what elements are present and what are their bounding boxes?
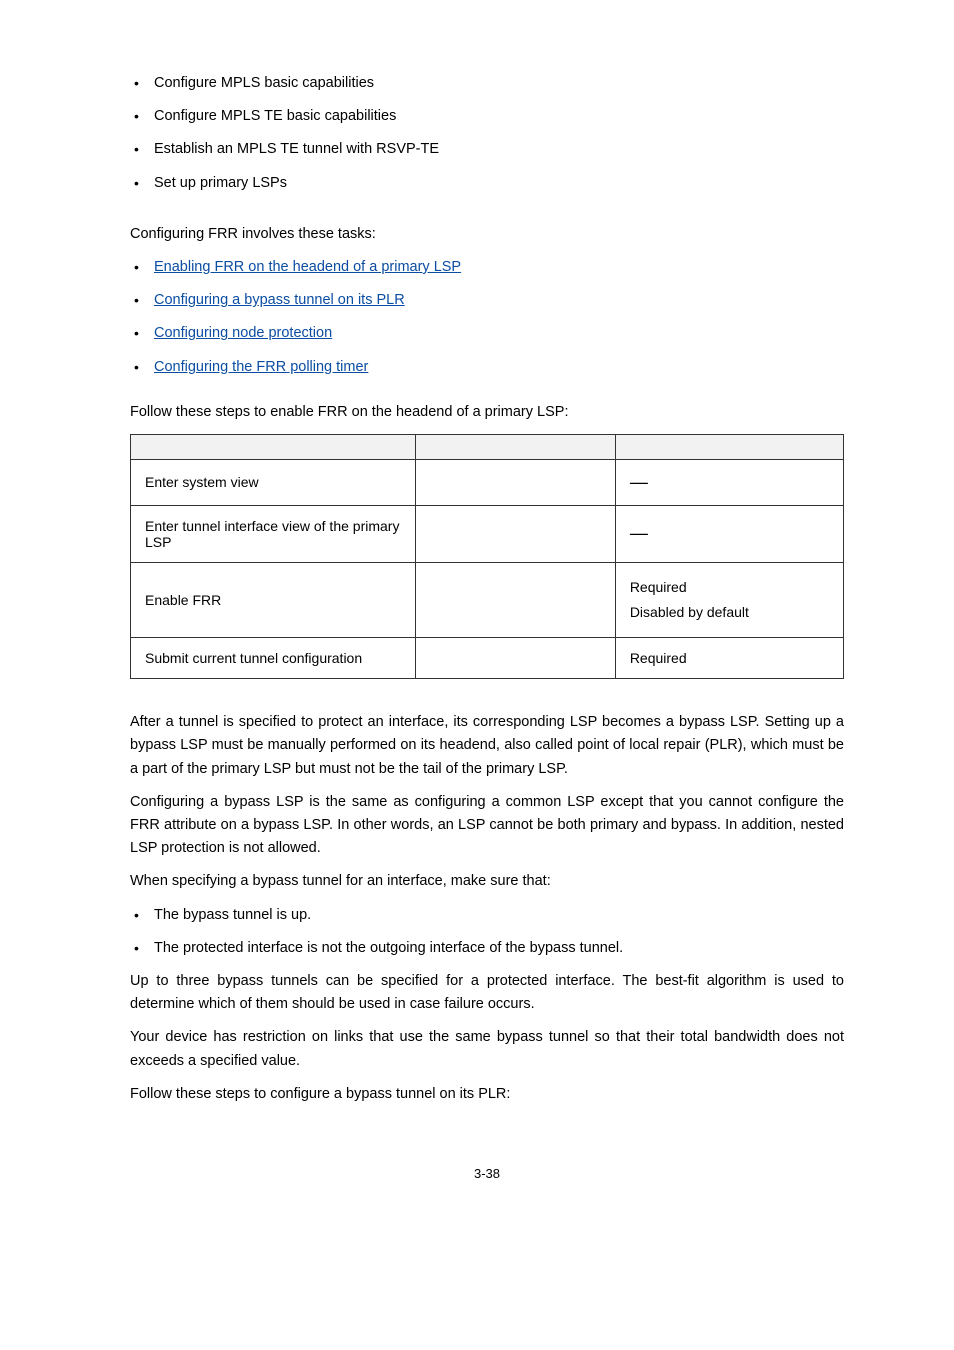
cell-remarks: — (615, 505, 843, 562)
task-links-list: Enabling FRR on the headend of a primary… (130, 256, 844, 379)
list-item: Enabling FRR on the headend of a primary… (130, 256, 844, 279)
list-item: Configuring a bypass tunnel on its PLR (130, 289, 844, 312)
tail-para: Follow these steps to configure a bypass… (130, 1083, 844, 1106)
table-row: Enable FRR Required Disabled by default (131, 562, 844, 637)
table-header-row (131, 434, 844, 459)
cell-remarks: Required (615, 638, 843, 679)
table-row: Submit current tunnel configuration Requ… (131, 638, 844, 679)
cell-cmd (416, 505, 616, 562)
cell-todo: Submit current tunnel configuration (131, 638, 416, 679)
link-enable-frr[interactable]: Enabling FRR on the headend of a primary… (154, 259, 461, 275)
link-frr-polling-timer[interactable]: Configuring the FRR polling timer (154, 359, 368, 375)
list-item: Configuring the FRR polling timer (130, 356, 844, 379)
steps-intro: Follow these steps to enable FRR on the … (130, 401, 844, 424)
cell-cmd (416, 459, 616, 505)
body-para: Configuring a bypass LSP is the same as … (130, 791, 844, 861)
page-number: 3-38 (130, 1166, 844, 1181)
link-bypass-tunnel[interactable]: Configuring a bypass tunnel on its PLR (154, 292, 405, 308)
inner-bullet-list: The bypass tunnel is up. The protected i… (130, 904, 844, 960)
tail-para: Up to three bypass tunnels can be specif… (130, 970, 844, 1016)
list-item: Establish an MPLS TE tunnel with RSVP-TE (130, 138, 844, 161)
list-item: The bypass tunnel is up. (130, 904, 844, 927)
list-item: Configure MPLS basic capabilities (130, 72, 844, 95)
list-item: Configure MPLS TE basic capabilities (130, 105, 844, 128)
cell-cmd (416, 638, 616, 679)
table-row: Enter tunnel interface view of the prima… (131, 505, 844, 562)
col-header-todo (131, 434, 416, 459)
body-para: When specifying a bypass tunnel for an i… (130, 870, 844, 893)
tail-para: Your device has restriction on links tha… (130, 1026, 844, 1072)
cell-remarks: Required Disabled by default (615, 562, 843, 637)
list-item: The protected interface is not the outgo… (130, 937, 844, 960)
cell-todo: Enable FRR (131, 562, 416, 637)
cell-remarks: — (615, 459, 843, 505)
frr-steps-table: Enter system view — Enter tunnel interfa… (130, 434, 844, 679)
table-row: Enter system view — (131, 459, 844, 505)
list-item: Set up primary LSPs (130, 172, 844, 195)
body-para: After a tunnel is specified to protect a… (130, 711, 844, 781)
link-node-protection[interactable]: Configuring node protection (154, 325, 332, 341)
remark-line: Disabled by default (630, 600, 829, 625)
cell-todo: Enter system view (131, 459, 416, 505)
tasks-intro: Configuring FRR involves these tasks: (130, 223, 844, 246)
col-header-remarks (615, 434, 843, 459)
top-bullet-list: Configure MPLS basic capabilities Config… (130, 72, 844, 195)
list-item: Configuring node protection (130, 322, 844, 345)
col-header-cmd (416, 434, 616, 459)
cell-todo: Enter tunnel interface view of the prima… (131, 505, 416, 562)
remark-line: Required (630, 575, 829, 600)
cell-cmd (416, 562, 616, 637)
